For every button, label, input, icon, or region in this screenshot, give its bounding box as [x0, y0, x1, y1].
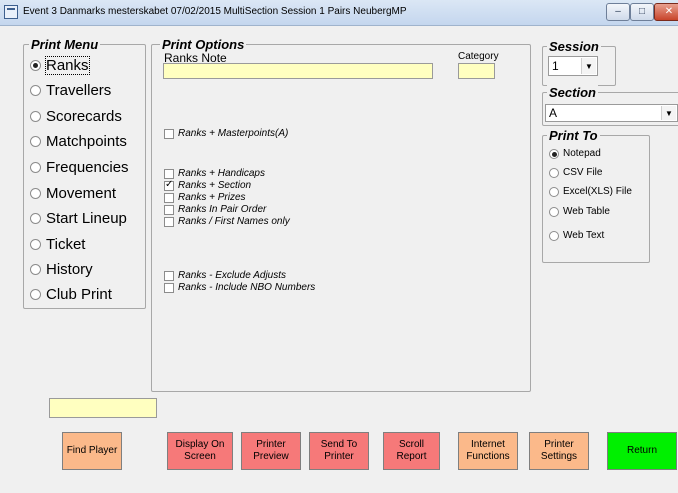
print-menu-item-label: Ticket	[46, 236, 86, 253]
print-menu-item[interactable]: Scorecards	[30, 108, 122, 125]
radio-button[interactable]	[30, 264, 41, 275]
print-menu-item-label: Ranks	[45, 56, 90, 75]
checkbox[interactable]	[164, 192, 174, 203]
internet-functions-button[interactable]: Internet Functions	[458, 432, 518, 470]
print-option-label: Ranks + Section	[178, 180, 252, 191]
display-on-screen-button[interactable]: Display On Screen	[167, 432, 233, 470]
radio-button[interactable]	[30, 188, 41, 199]
print-to-item-label: Web Table	[563, 206, 610, 217]
checkbox[interactable]	[164, 179, 174, 191]
print-menu-item[interactable]: Club Print	[30, 286, 112, 303]
print-option-item[interactable]: Ranks + Prizes	[164, 192, 246, 203]
print-menu-item[interactable]: Ticket	[30, 236, 85, 253]
return-button[interactable]: Return	[607, 432, 677, 470]
print-to-item[interactable]: Excel(XLS) File	[549, 186, 632, 197]
print-option-item[interactable]: Ranks + Section	[164, 179, 252, 191]
radio-button[interactable]	[549, 148, 559, 159]
print-to-item-label: Notepad	[563, 148, 601, 159]
radio-button[interactable]	[30, 136, 41, 147]
checkbox[interactable]	[164, 270, 174, 281]
print-option-item[interactable]: Ranks In Pair Order	[164, 204, 266, 215]
ranks-note-input[interactable]	[163, 63, 433, 79]
print-to-item-label: CSV File	[563, 167, 603, 178]
session-value: 1	[552, 59, 559, 73]
radio-button[interactable]	[30, 289, 41, 300]
print-menu-item-label: Start Lineup	[46, 210, 127, 227]
checkbox[interactable]	[164, 128, 174, 139]
print-menu-legend: Print Menu	[29, 37, 101, 52]
print-menu-item-label: Frequencies	[46, 159, 129, 176]
print-option-label: Ranks + Masterpoints(A)	[178, 128, 289, 139]
title-bar: Event 3 Danmarks mesterskabet 07/02/2015…	[0, 0, 678, 26]
send-to-printer-button[interactable]: Send To Printer	[309, 432, 369, 470]
print-to-item[interactable]: Web Table	[549, 206, 610, 217]
print-option-label: Ranks + Prizes	[178, 192, 246, 203]
print-option-label: Ranks / First Names only	[178, 216, 290, 227]
category-label: Category	[458, 51, 499, 62]
radio-button[interactable]	[30, 111, 41, 122]
print-to-item-label: Excel(XLS) File	[563, 186, 632, 197]
checkbox[interactable]	[164, 216, 174, 227]
print-menu-item-label: History	[46, 261, 93, 278]
radio-button[interactable]	[30, 239, 41, 250]
radio-button[interactable]	[549, 230, 559, 241]
print-to-item[interactable]: Web Text	[549, 230, 604, 241]
print-option-item[interactable]: Ranks - Include NBO Numbers	[164, 282, 315, 293]
category-input[interactable]	[458, 63, 495, 79]
print-to-legend: Print To	[547, 128, 600, 143]
radio-button[interactable]	[549, 167, 559, 178]
print-menu-item[interactable]: Frequencies	[30, 159, 129, 176]
print-menu-item[interactable]: Matchpoints	[30, 133, 127, 150]
checkbox[interactable]	[164, 168, 174, 179]
radio-button[interactable]	[30, 213, 41, 224]
maximize-button[interactable]: □	[630, 3, 654, 21]
print-menu-item-label: Movement	[46, 185, 117, 202]
chevron-down-icon: ▼	[661, 106, 676, 120]
section-dropdown[interactable]: A ▼	[545, 104, 678, 122]
print-menu-item-label: Scorecards	[46, 108, 122, 125]
print-options-legend: Print Options	[160, 37, 247, 52]
radio-button[interactable]	[30, 162, 41, 173]
print-option-item[interactable]: Ranks + Handicaps	[164, 168, 265, 179]
radio-button[interactable]	[549, 206, 559, 217]
window-title: Event 3 Danmarks mesterskabet 07/02/2015…	[23, 6, 407, 17]
checkbox[interactable]	[164, 282, 174, 293]
print-to-item-label: Web Text	[563, 230, 605, 241]
print-menu-item-label: Club Print	[46, 286, 112, 303]
scroll-report-button[interactable]: Scroll Report	[383, 432, 440, 470]
print-menu-item-label: Travellers	[46, 82, 112, 99]
print-menu-item[interactable]: Movement	[30, 185, 116, 202]
chevron-down-icon: ▼	[581, 58, 596, 74]
minimize-button[interactable]: –	[606, 3, 630, 21]
find-player-input[interactable]	[49, 398, 157, 418]
radio-button[interactable]	[30, 60, 41, 71]
print-option-item[interactable]: Ranks - Exclude Adjusts	[164, 270, 286, 281]
print-option-label: Ranks + Handicaps	[178, 168, 265, 179]
print-to-item[interactable]: Notepad	[549, 148, 601, 159]
radio-button[interactable]	[549, 186, 559, 197]
print-option-label: Ranks - Exclude Adjusts	[178, 270, 287, 281]
print-menu-item[interactable]: Travellers	[30, 82, 111, 99]
find-player-button[interactable]: Find Player	[62, 432, 122, 470]
radio-button[interactable]	[30, 85, 41, 96]
close-button[interactable]: ✕	[654, 3, 678, 21]
print-menu-item[interactable]: Ranks	[30, 56, 90, 75]
print-menu-item[interactable]: Start Lineup	[30, 210, 127, 227]
print-option-item[interactable]: Ranks + Masterpoints(A)	[164, 128, 288, 139]
print-option-label: Ranks - Include NBO Numbers	[178, 282, 316, 293]
print-menu-item[interactable]: History	[30, 261, 93, 278]
printer-preview-button[interactable]: Printer Preview	[241, 432, 301, 470]
session-legend: Session	[547, 39, 601, 54]
print-option-item[interactable]: Ranks / First Names only	[164, 216, 290, 227]
section-legend: Section	[547, 85, 598, 100]
print-menu-item-label: Matchpoints	[46, 133, 127, 150]
section-value: A	[549, 106, 558, 120]
app-window-icon	[4, 5, 18, 19]
checkbox[interactable]	[164, 204, 174, 215]
print-to-item[interactable]: CSV File	[549, 167, 602, 178]
printer-settings-button[interactable]: Printer Settings	[529, 432, 589, 470]
print-option-label: Ranks In Pair Order	[178, 204, 267, 215]
session-dropdown[interactable]: 1 ▼	[548, 56, 598, 76]
